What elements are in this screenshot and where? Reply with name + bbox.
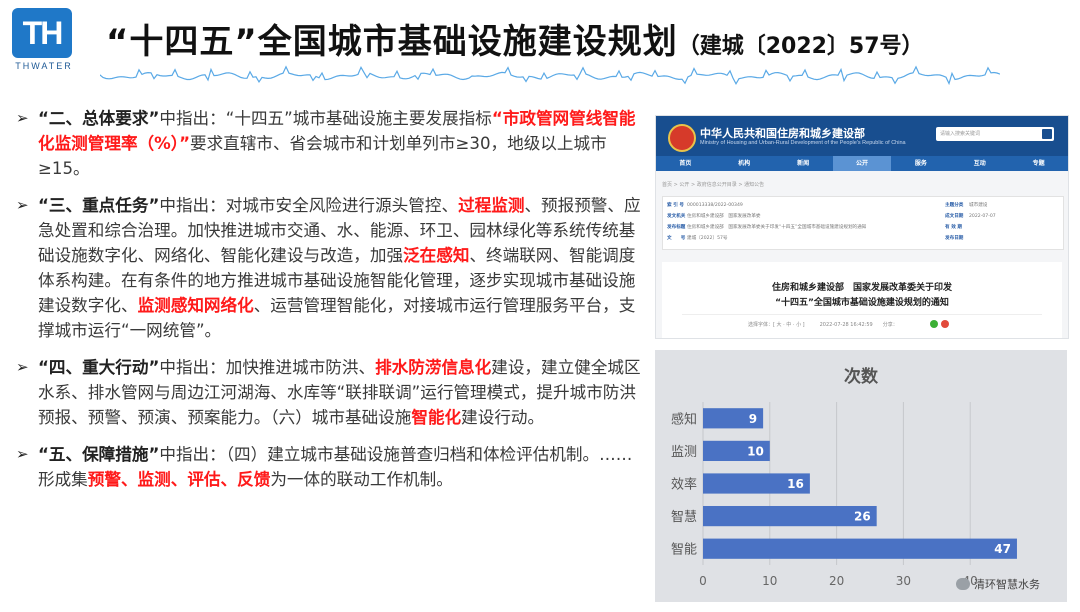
search-placeholder: 请输入搜索关键词 [940,131,981,137]
site-nav-item: 服务 [914,160,927,167]
x-tick-label: 30 [896,574,911,588]
body-text: 中指出：对城市安全风险进行源头管控、 [159,196,459,215]
y-category-label: 智慧 [671,509,697,525]
section-general-requirements: ➢ “二、总体要求”中指出：“十四五”城市基础设施主要发展指标“市政管网管线智能化… [16,106,644,181]
ministry-webpage-screenshot: 中华人民共和国住房和城乡建设部 Ministry of Housing and … [655,115,1069,339]
bar-value-label: 10 [747,444,764,458]
body-text: 中指出：加快推进城市防洪、 [159,358,376,377]
policy-text-body: ➢ “二、总体要求”中指出：“十四五”城市基础设施主要发展指标“市政管网管线智能化… [16,106,644,504]
y-category-label: 监测 [671,445,697,460]
site-subtitle: Ministry of Housing and Urban-Rural Deve… [700,140,906,146]
arrow-bullet-icon: ➢ [16,445,29,463]
x-tick-label: 10 [762,574,777,588]
bar-value-label: 16 [787,477,804,491]
site-nav-item: 公开 [832,156,892,171]
meta-rv: 2022-07-07 [969,214,996,219]
highlight-text: 泛在感知 [403,246,470,265]
wechat-watermark: 清环智慧水务 [956,576,1040,592]
y-category-label: 感知 [671,411,697,427]
arrow-bullet-icon: ➢ [16,358,29,376]
x-tick-label: 20 [829,574,844,588]
meta-row: 文 号建城〔2022〕57号 发布日期 [663,234,1063,244]
search-icon [1042,129,1052,139]
meta-rl: 主题分类 [945,203,964,208]
meta-l: 文 号 [667,236,686,241]
highlight-text: 过程监测 [458,196,525,215]
thwater-logo: TH THWATER [10,8,74,71]
keyword-count-chart: 次数 0 10 20 30 40 感知 9 监测 10 效率 16 智慧 26 智能 47 [655,350,1067,602]
site-nav-item: 新闻 [797,160,810,167]
y-category-label: 智能 [671,543,697,558]
highlight-text: 排水防涝信息化 [375,358,492,377]
meta-l: 索 引 号 [667,203,684,208]
body-text: 为一体的联动工作机制。 [270,470,453,489]
meta-row: 索 引 号 000013338/2022-00349 主题分类 城市建设 [663,201,1063,211]
page-title-doc-number: （建城〔2022〕57号） [677,34,924,59]
section-heading: “二、总体要求” [38,109,160,128]
site-title: 中华人民共和国住房和城乡建设部 [700,127,865,140]
wechat-share-icon [930,320,938,328]
logo-mark: TH [22,15,64,51]
highlight-text: 智能化 [411,408,462,427]
document-info-line: 选择字体：[ 大 · 中 · 小 ] 2022-07-28 16:42:59 分… [748,322,898,328]
meta-row: 发布标题 住房和城乡建设部 国家发展改革委关于印发“十四五”全国城市基础设施建设规… [663,223,1063,233]
watermark-text: 清环智慧水务 [974,578,1040,591]
site-header: 中华人民共和国住房和城乡建设部 Ministry of Housing and … [656,116,1068,156]
arrow-bullet-icon: ➢ [16,196,29,214]
decorative-wave-line [100,65,1000,86]
meta-rl: 成文日期 [945,214,964,219]
site-nav-item: 机构 [738,160,751,167]
national-emblem-icon [668,124,696,152]
bar [703,538,1017,559]
section-heading: “三、重点任务” [38,196,160,215]
logo-text: THWATER [15,61,73,71]
body-text: 中指出：“十四五”城市基础设施主要发展指标 [159,109,492,128]
breadcrumb: 首页 > 公开 > 政府信息公开目录 > 通知公告 [662,182,765,188]
meta-v: 住房和城乡建设部 国家发展改革委 [687,214,761,219]
arrow-bullet-icon: ➢ [16,109,29,127]
site-nav-item: 首页 [679,160,692,167]
bar-value-label: 9 [749,412,757,426]
wechat-icon [956,578,970,590]
page-title: “十四五”全国城市基础设施建设规划（建城〔2022〕57号） [106,14,924,63]
document-title-block: 住房和城乡建设部 国家发展改革委关于印发 “十四五”全国城市基础设施建设规划的通… [662,262,1062,338]
meta-l: 发文机关 [667,214,686,219]
meta-rl: 发布日期 [945,236,964,241]
document-title-line-2: “十四五”全国城市基础设施建设规划的通知 [775,298,949,308]
highlight-text: 预警、监测、评估、反馈 [87,470,271,489]
bar-value-label: 26 [854,510,871,524]
site-nav: 首页 机构 新闻 公开 服务 互动 专题 [656,156,1068,171]
site-nav-item: 专题 [1032,160,1045,167]
section-safeguard-measures: ➢ “五、保障措施”中指出：（四）建立城市基础设施普查归档和体检评估机制。……形成… [16,442,644,492]
section-key-tasks: ➢ “三、重点任务”中指出：对城市安全风险进行源头管控、过程监测、预报预警、应急处… [16,193,644,343]
meta-rl: 有 效 期 [945,225,962,230]
chart-plot: 0 10 20 30 40感知 9监测 10效率 16智慧 26智能 47 [671,402,1017,588]
y-category-label: 效率 [671,477,697,493]
meta-v: 建城〔2022〕57号 [687,236,728,241]
document-meta-table: 索 引 号 000013338/2022-00349 主题分类 城市建设 发文机关 住房和… [662,196,1064,250]
meta-row: 发文机关 住房和城乡建设部 国家发展改革委 成文日期 2022-07-07 [663,212,1063,222]
site-nav-item: 互动 [973,160,986,167]
document-title-line-1: 住房和城乡建设部 国家发展改革委关于印发 [771,283,952,293]
page-title-main: “十四五”全国城市基础设施建设规划 [106,22,678,62]
x-tick-label: 0 [699,574,707,588]
weibo-share-icon [941,320,949,328]
section-major-actions: ➢ “四、重大行动”中指出：加快推进城市防洪、排水防涝信息化建设，建立健全城区水系… [16,355,644,430]
meta-l: 发布标题 [667,225,686,230]
meta-v: 000013338/2022-00349 [687,203,743,208]
divider [682,314,1042,315]
section-heading: “四、重大行动” [38,358,160,377]
highlight-text: 监测感知网络化 [137,296,254,315]
bar [703,505,877,527]
bar-value-label: 47 [994,542,1011,556]
site-search-input: 请输入搜索关键词 [936,127,1054,141]
meta-rv: 城市建设 [969,203,988,208]
meta-v: 住房和城乡建设部 国家发展改革委关于印发“十四五”全国城市基础设施建设规划的通知 [687,225,867,230]
body-text: 建设行动。 [461,408,545,427]
section-heading: “五、保障措施” [38,445,160,464]
